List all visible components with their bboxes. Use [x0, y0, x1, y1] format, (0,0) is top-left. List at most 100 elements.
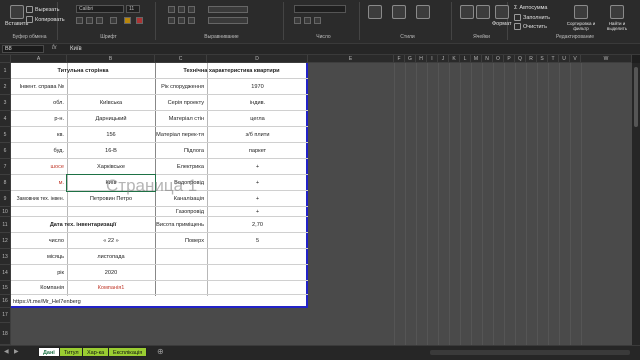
column-header[interactable]: L: [460, 55, 471, 63]
vertical-scrollbar[interactable]: [632, 63, 640, 345]
row-header[interactable]: 7: [0, 159, 11, 175]
value-district[interactable]: Дарницький: [67, 111, 155, 127]
empty-cell[interactable]: [155, 249, 308, 265]
column-header[interactable]: N: [482, 55, 493, 63]
row-header[interactable]: 16: [0, 295, 11, 308]
value-street[interactable]: Харківське: [67, 159, 155, 175]
column-header[interactable]: H: [416, 55, 427, 63]
percent-icon[interactable]: [304, 17, 311, 24]
currency-icon[interactable]: [294, 17, 301, 24]
conditional-format-button[interactable]: [368, 5, 382, 19]
value-inventory-no[interactable]: [67, 79, 155, 95]
value-storey[interactable]: 5: [207, 233, 308, 249]
column-header[interactable]: V: [570, 55, 581, 63]
value-flooring[interactable]: паркет: [207, 143, 308, 159]
delete-button[interactable]: [476, 5, 490, 19]
column-header[interactable]: Q: [515, 55, 526, 63]
empty-cell[interactable]: [155, 265, 308, 281]
row-header[interactable]: 4: [0, 111, 11, 127]
column-header[interactable]: B: [67, 55, 155, 63]
fill-button[interactable]: Заполнить: [514, 14, 550, 21]
row-header[interactable]: 9: [0, 191, 11, 207]
column-header[interactable]: J: [438, 55, 449, 63]
column-header[interactable]: I: [427, 55, 438, 63]
clear-button[interactable]: Очистить: [514, 23, 547, 30]
value-gas[interactable]: +: [207, 207, 308, 217]
fx-icon[interactable]: fx: [52, 45, 57, 51]
find-select-button[interactable]: Найти и выделить: [600, 5, 634, 31]
row-header[interactable]: 18: [0, 323, 11, 345]
italic-icon[interactable]: [86, 17, 93, 24]
cut-button[interactable]: Вырезать: [26, 6, 59, 13]
cell-styles-button[interactable]: [416, 5, 430, 19]
tab-dani[interactable]: Дані: [38, 347, 60, 357]
wrap-text-button[interactable]: [208, 6, 248, 13]
footer-link[interactable]: https://t.me/Mr_Hel7enberg: [11, 295, 308, 308]
value-apartment[interactable]: 156: [67, 127, 155, 143]
select-all-corner[interactable]: [0, 55, 11, 63]
value-water[interactable]: +: [207, 175, 308, 191]
align-bottom-icon[interactable]: [188, 6, 195, 13]
insert-button[interactable]: [460, 5, 474, 19]
row-header[interactable]: 10: [0, 207, 11, 217]
align-right-icon[interactable]: [188, 17, 195, 24]
column-header[interactable]: W: [581, 55, 632, 63]
add-sheet-icon[interactable]: ⊕: [157, 347, 164, 356]
column-header[interactable]: M: [471, 55, 482, 63]
align-middle-icon[interactable]: [178, 6, 185, 13]
value-company[interactable]: Компанія1: [67, 281, 155, 295]
vertical-scroll-thumb[interactable]: [634, 67, 638, 127]
row-header[interactable]: 17: [0, 308, 11, 323]
value-month[interactable]: листопада: [67, 249, 155, 265]
row-header[interactable]: 3: [0, 95, 11, 111]
column-header[interactable]: U: [559, 55, 570, 63]
align-top-icon[interactable]: [168, 6, 175, 13]
merge-center-button[interactable]: [208, 17, 248, 24]
font-size-select[interactable]: 11: [126, 5, 140, 13]
value-sewage[interactable]: +: [207, 191, 308, 207]
row-header[interactable]: 13: [0, 249, 11, 265]
column-header[interactable]: E: [308, 55, 394, 63]
column-header[interactable]: G: [405, 55, 416, 63]
column-header[interactable]: R: [526, 55, 537, 63]
tab-tytul[interactable]: Титул: [59, 347, 84, 357]
comma-icon[interactable]: [314, 17, 321, 24]
borders-icon[interactable]: [110, 17, 117, 24]
sort-filter-button[interactable]: Сортировка и фильтр: [564, 5, 598, 31]
value-wall-material[interactable]: цегла: [207, 111, 308, 127]
format-as-table-button[interactable]: [392, 5, 406, 19]
value-build-year[interactable]: 1970: [207, 79, 308, 95]
row-header[interactable]: 2: [0, 79, 11, 95]
column-header[interactable]: O: [493, 55, 504, 63]
row-header[interactable]: 11: [0, 217, 11, 233]
column-header[interactable]: C: [155, 55, 207, 63]
font-name-select[interactable]: Calibri: [76, 5, 124, 13]
autosum-button[interactable]: Σ Автосумма: [514, 5, 547, 11]
formula-input[interactable]: Київ: [70, 45, 636, 53]
font-color-icon[interactable]: [136, 17, 143, 24]
empty-cell[interactable]: [155, 281, 308, 295]
value-day[interactable]: « 22 »: [67, 233, 155, 249]
value-project-series[interactable]: індив.: [207, 95, 308, 111]
copy-button[interactable]: Копировать: [26, 16, 65, 23]
value-electricity[interactable]: +: [207, 159, 308, 175]
column-header[interactable]: S: [537, 55, 548, 63]
row-header[interactable]: 14: [0, 265, 11, 281]
number-format-select[interactable]: [294, 5, 346, 13]
column-header[interactable]: D: [207, 55, 308, 63]
row-header[interactable]: 12: [0, 233, 11, 249]
row-header[interactable]: 6: [0, 143, 11, 159]
column-header[interactable]: P: [504, 55, 515, 63]
fill-color-icon[interactable]: [124, 17, 131, 24]
row-header[interactable]: 1: [0, 63, 11, 79]
horizontal-scrollbar[interactable]: [430, 350, 630, 355]
align-center-icon[interactable]: [178, 17, 185, 24]
value-ceiling-height[interactable]: 2,70: [207, 217, 308, 233]
underline-icon[interactable]: [96, 17, 103, 24]
paste-button[interactable]: Вставить: [5, 5, 28, 27]
tab-prev-icon[interactable]: ◀: [4, 348, 9, 355]
sheet-grid[interactable]: Титульна сторінка Технічна характеристик…: [11, 63, 640, 345]
row-header[interactable]: 5: [0, 127, 11, 143]
row-header[interactable]: 15: [0, 281, 11, 295]
tab-next-icon[interactable]: ▶: [14, 348, 19, 355]
